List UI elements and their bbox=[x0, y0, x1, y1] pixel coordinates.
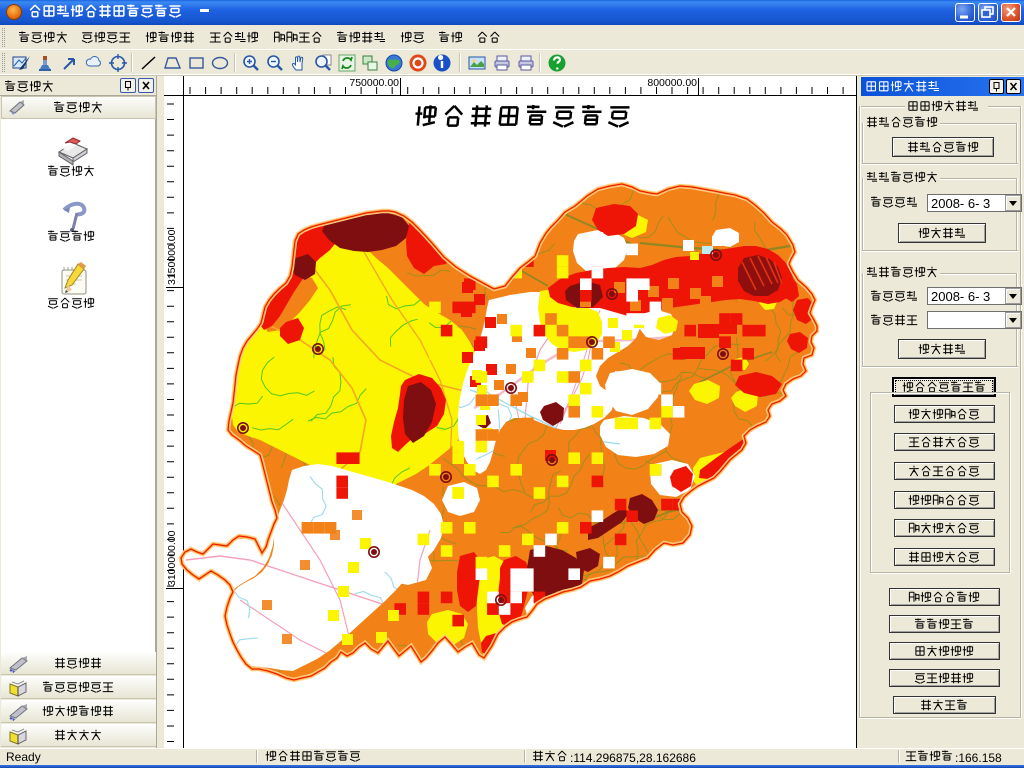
svg-text:3150000.00: 3150000.00 bbox=[166, 229, 178, 285]
svg-text:750000.00: 750000.00 bbox=[349, 77, 399, 89]
svg-text:3100000.00: 3100000.00 bbox=[166, 530, 178, 586]
svg-text:800000.00: 800000.00 bbox=[647, 77, 697, 89]
